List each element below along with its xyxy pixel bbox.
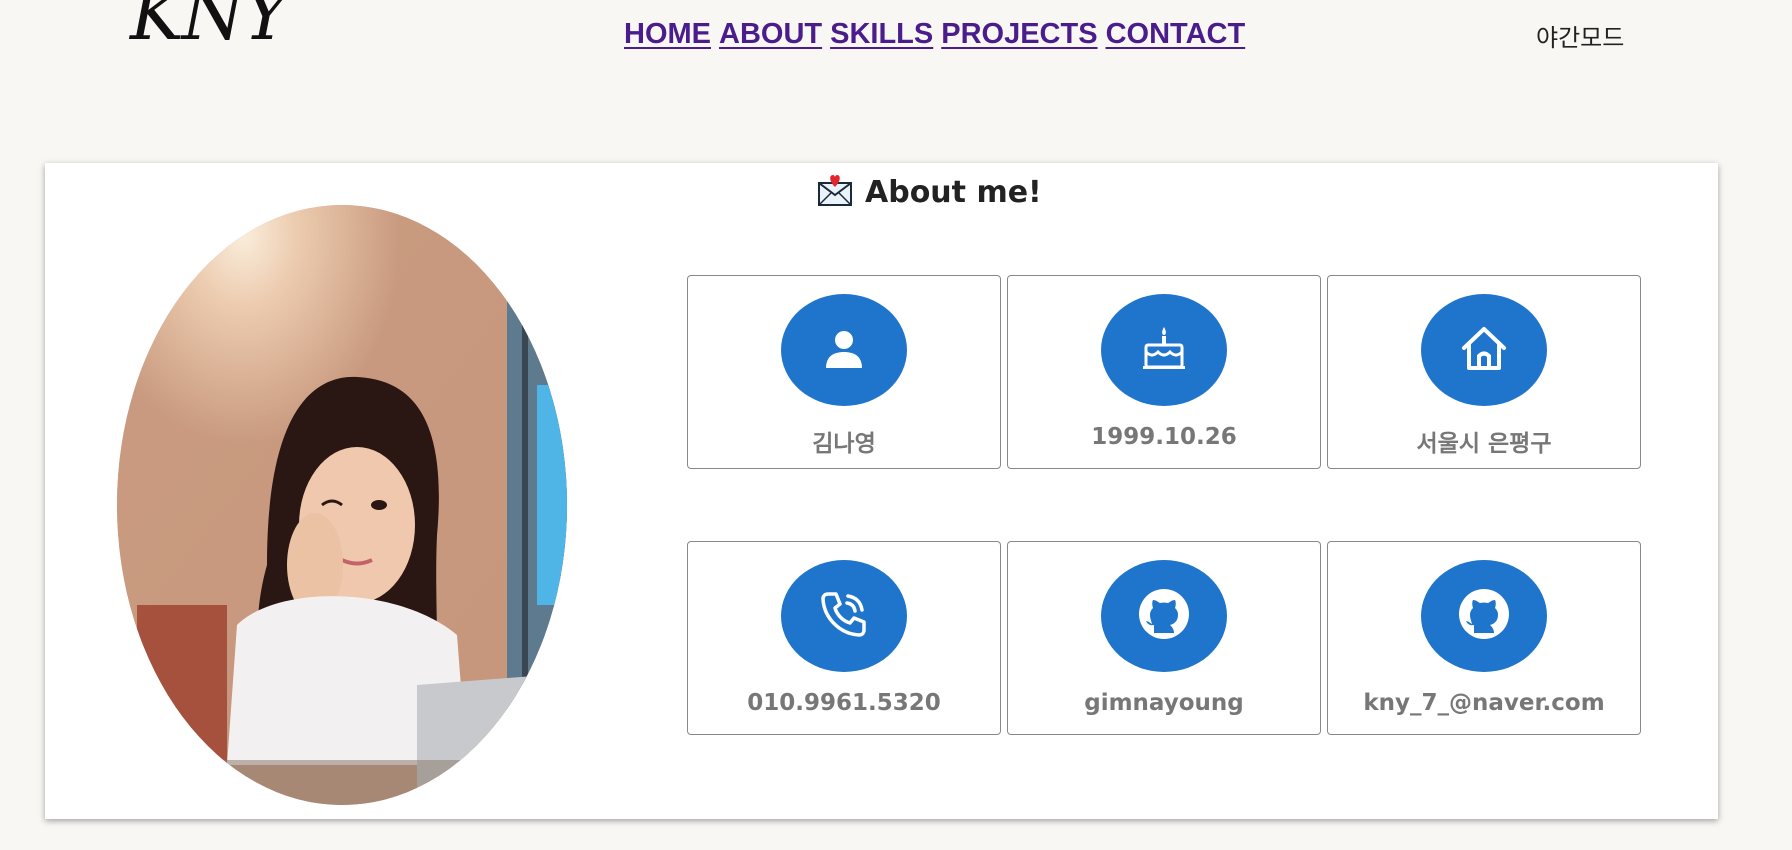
nav-contact-link[interactable]: CONTACT bbox=[1106, 18, 1246, 51]
info-label-name: 김나영 bbox=[812, 431, 876, 457]
info-card-phone: 010.9961.5320 bbox=[687, 541, 1001, 735]
info-circle bbox=[1421, 294, 1547, 406]
nav-about-link[interactable]: ABOUT bbox=[719, 18, 822, 51]
about-title-text: About me! bbox=[865, 174, 1042, 210]
info-label-phone: 010.9961.5320 bbox=[747, 690, 941, 716]
phone-icon bbox=[818, 588, 870, 644]
nav-home-link[interactable]: HOME bbox=[624, 18, 711, 51]
info-card-address: 서울시 은평구 bbox=[1327, 275, 1641, 469]
info-circle bbox=[1421, 560, 1547, 672]
about-title: About me! bbox=[817, 173, 1042, 211]
info-card-email: kny_7_@naver.com bbox=[1327, 541, 1641, 735]
love-letter-icon bbox=[817, 173, 853, 211]
profile-photo bbox=[117, 205, 567, 805]
info-label-address: 서울시 은평구 bbox=[1416, 431, 1552, 457]
info-circle bbox=[1101, 294, 1227, 406]
info-card-github: gimnayoung bbox=[1007, 541, 1321, 735]
info-grid: 김나영 1999.10.26 서울시 은평구 010.9961.5320 gim… bbox=[687, 275, 1641, 735]
nav-projects-link[interactable]: PROJECTS bbox=[941, 18, 1097, 51]
github-icon bbox=[1137, 587, 1191, 645]
person-icon bbox=[822, 326, 866, 374]
info-circle bbox=[1101, 560, 1227, 672]
main-nav: HOME ABOUT SKILLS PROJECTS CONTACT bbox=[624, 18, 1245, 51]
house-icon bbox=[1460, 324, 1508, 376]
github-icon bbox=[1457, 587, 1511, 645]
about-card: About me! 김나영 1999.10.26 서울시 은평구 010.996… bbox=[45, 163, 1718, 819]
site-logo[interactable]: KNY bbox=[130, 0, 290, 50]
nav-skills-link[interactable]: SKILLS bbox=[830, 18, 933, 51]
night-mode-toggle[interactable]: 야간모드 bbox=[1536, 18, 1624, 53]
info-card-name: 김나영 bbox=[687, 275, 1001, 469]
info-label-email: kny_7_@naver.com bbox=[1363, 690, 1605, 716]
info-card-birthday: 1999.10.26 bbox=[1007, 275, 1321, 469]
info-circle bbox=[781, 560, 907, 672]
birthday-cake-icon bbox=[1141, 325, 1187, 375]
info-circle bbox=[781, 294, 907, 406]
info-label-github: gimnayoung bbox=[1084, 690, 1244, 716]
info-label-birthday: 1999.10.26 bbox=[1091, 424, 1237, 450]
